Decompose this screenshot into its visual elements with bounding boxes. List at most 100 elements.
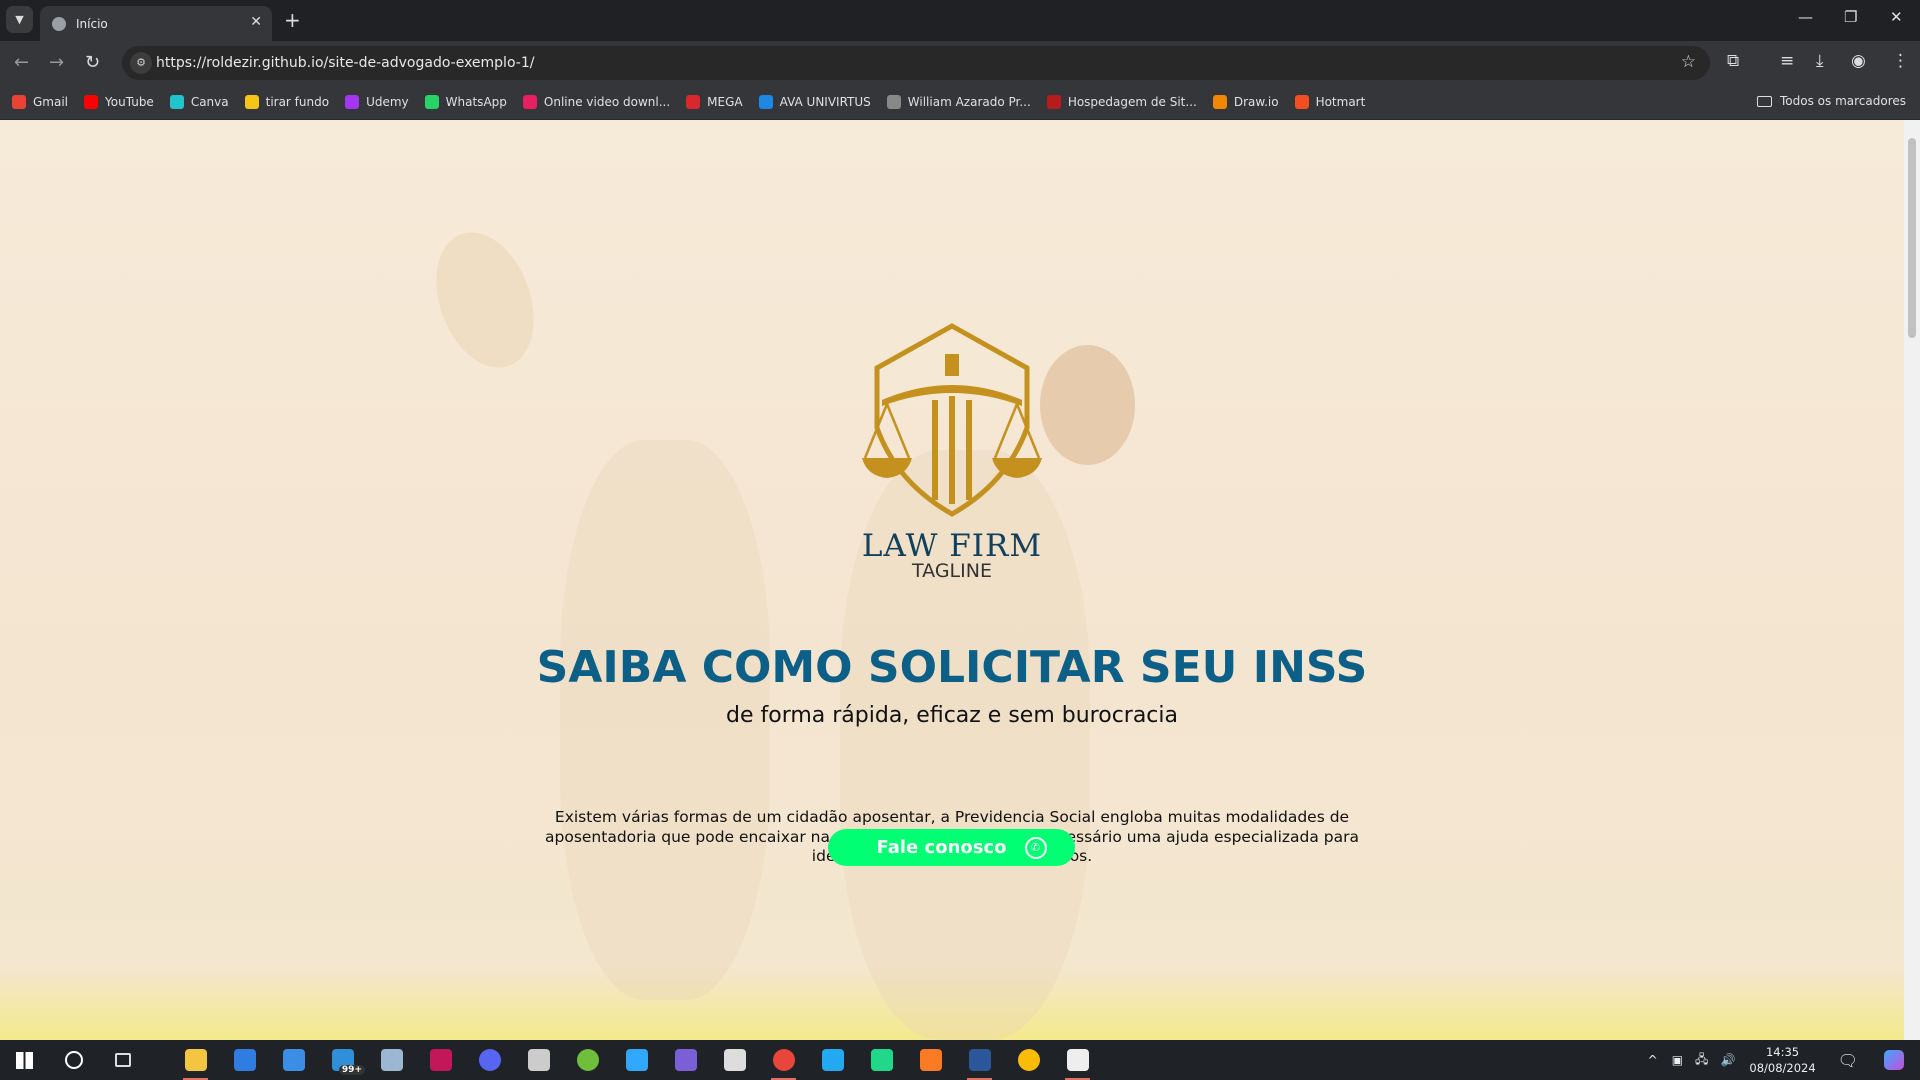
steam-icon — [380, 1049, 403, 1071]
bookmark-star-icon[interactable]: ☆ — [1681, 52, 1696, 72]
bookmark-item[interactable]: Udemy — [345, 94, 409, 109]
bookmark-favicon-icon — [169, 94, 184, 109]
taskbar-app-utorrent[interactable] — [563, 1040, 612, 1080]
back-button[interactable]: ← — [14, 52, 29, 73]
media-control-icon[interactable]: ≡ — [1780, 51, 1794, 71]
camera-icon[interactable]: ▣ — [1672, 1053, 1683, 1067]
minimize-button[interactable]: — — [1798, 8, 1813, 26]
windows-taskbar: 99+ ^ ▣ 🖧 🔊 14:35 08/08/2024 🗨 — [0, 1040, 1920, 1080]
bookmark-favicon-icon — [886, 94, 901, 109]
bookmark-item[interactable]: Draw.io — [1212, 94, 1279, 109]
close-tab-icon[interactable]: ✕ — [250, 14, 262, 30]
taskbar-app-mail[interactable]: 99+ — [318, 1040, 367, 1080]
taskbar-app-app-vivaldi[interactable] — [416, 1040, 465, 1080]
pycharm-icon — [870, 1049, 893, 1071]
bookmark-item[interactable]: Gmail — [12, 94, 68, 109]
contact-whatsapp-button[interactable]: Fale conosco ✆ — [828, 829, 1075, 866]
address-bar[interactable]: ⚙ https://roldezir.github.io/site-de-adv… — [122, 46, 1710, 80]
bookmark-item[interactable]: William Azarado Pr... — [886, 94, 1031, 109]
extensions-icon[interactable]: ⧉ — [1727, 51, 1739, 71]
system-tray: ^ ▣ 🖧 🔊 14:35 08/08/2024 🗨 — [1648, 1040, 1920, 1080]
globe-icon — [52, 16, 66, 31]
bookmark-favicon-icon — [686, 94, 701, 109]
bookmark-favicon-icon — [424, 94, 439, 109]
tab-title: Início — [76, 16, 108, 31]
volume-icon[interactable]: 🔊 — [1720, 1053, 1735, 1067]
menu-icon[interactable]: ⋮ — [1892, 51, 1909, 71]
reload-button[interactable]: ↻ — [85, 52, 100, 73]
discord-icon — [478, 1049, 501, 1071]
settings-icon — [1066, 1049, 1089, 1071]
taskbar-app-installer[interactable] — [710, 1040, 759, 1080]
bookmark-item[interactable]: Hotmart — [1294, 94, 1365, 109]
logo-tagline: TAGLINE — [912, 560, 992, 582]
cta-label: Fale conosco — [876, 837, 1007, 858]
bookmark-favicon-icon — [244, 94, 259, 109]
law-firm-logo — [862, 323, 1042, 517]
bookmark-item[interactable]: YouTube — [84, 94, 154, 109]
page-heading: SAIBA COMO SOLICITAR SEU INSS — [536, 642, 1368, 693]
utorrent-icon — [576, 1049, 599, 1071]
bookmark-item[interactable]: WhatsApp — [424, 94, 507, 109]
vscode-icon — [821, 1049, 844, 1071]
new-tab-button[interactable]: + — [284, 8, 301, 32]
app-vivaldi-icon — [429, 1049, 452, 1071]
taskbar-app-app-blue[interactable] — [220, 1040, 269, 1080]
taskbar-app-discord[interactable] — [465, 1040, 514, 1080]
network-icon[interactable]: 🖧 — [1695, 1050, 1708, 1071]
profile-avatar[interactable]: ◉ — [1851, 51, 1866, 71]
word-icon — [968, 1049, 991, 1071]
taskbar-app-vscode[interactable] — [808, 1040, 857, 1080]
bookmark-favicon-icon — [758, 94, 773, 109]
logo-title: LAW FIRM — [861, 528, 1043, 564]
taskbar-app-steam[interactable] — [367, 1040, 416, 1080]
taskbar-app-store[interactable] — [269, 1040, 318, 1080]
tab-search-button[interactable]: ▼ — [6, 6, 33, 33]
start-button[interactable] — [0, 1040, 49, 1080]
scrollbar-thumb[interactable] — [1908, 138, 1916, 338]
search-button[interactable] — [49, 1040, 98, 1080]
taskbar-app-xampp[interactable] — [906, 1040, 955, 1080]
taskbar-app-chrome-active[interactable] — [759, 1040, 808, 1080]
taskbar-app-file-explorer[interactable] — [171, 1040, 220, 1080]
taskbar-app-pycharm[interactable] — [857, 1040, 906, 1080]
app-blue-icon — [233, 1049, 256, 1071]
close-window-button[interactable]: ✕ — [1890, 8, 1903, 26]
bookmark-item[interactable]: Online video downl... — [522, 94, 670, 109]
taskbar-app-media-player[interactable] — [661, 1040, 710, 1080]
notifications-icon[interactable]: 🗨 — [1838, 1051, 1858, 1070]
taskbar-app-settings[interactable] — [1053, 1040, 1102, 1080]
media-player-icon — [674, 1049, 697, 1071]
bookmark-item[interactable]: Canva — [169, 94, 229, 109]
restore-button[interactable]: ❐ — [1844, 8, 1857, 26]
chrome-active-icon — [772, 1049, 795, 1071]
whatsapp-icon: ✆ — [1024, 836, 1047, 859]
bookmark-item[interactable]: AVA UNIVIRTUS — [758, 94, 871, 109]
taskbar-app-chrome[interactable] — [1004, 1040, 1053, 1080]
bookmark-item[interactable]: tirar fundo — [244, 94, 329, 109]
task-view-button[interactable] — [98, 1040, 147, 1080]
bookmark-item[interactable]: MEGA — [686, 94, 743, 109]
background-photo-hat — [1040, 345, 1135, 465]
all-bookmarks-folder[interactable]: Todos os marcadores — [1757, 94, 1906, 108]
taskbar-app-photoshop[interactable] — [612, 1040, 661, 1080]
download-icon[interactable]: ⤓ — [1816, 51, 1824, 71]
bookmark-favicon-icon — [84, 94, 99, 109]
taskbar-app-unity[interactable] — [514, 1040, 563, 1080]
show-hidden-icons[interactable]: ^ — [1648, 1053, 1658, 1067]
browser-toolbar: ← → ↻ ⚙ https://roldezir.github.io/site-… — [0, 41, 1920, 84]
copilot-icon[interactable] — [1884, 1050, 1904, 1070]
bookmark-favicon-icon — [1294, 94, 1309, 109]
unity-icon — [527, 1049, 550, 1071]
taskbar-app-word[interactable] — [955, 1040, 1004, 1080]
page-scrollbar[interactable] — [1904, 120, 1920, 1040]
forward-button[interactable]: → — [49, 52, 64, 73]
clock[interactable]: 14:35 08/08/2024 — [1749, 1044, 1815, 1076]
xampp-icon — [919, 1049, 942, 1071]
folder-icon — [1757, 95, 1772, 107]
mail-badge: 99+ — [338, 1065, 365, 1075]
site-settings-icon[interactable]: ⚙ — [130, 52, 152, 74]
bookmark-item[interactable]: Hospedagem de Sit... — [1046, 94, 1197, 109]
tab-inicio[interactable]: Início ✕ — [40, 6, 272, 41]
url-text: https://roldezir.github.io/site-de-advog… — [156, 55, 535, 71]
